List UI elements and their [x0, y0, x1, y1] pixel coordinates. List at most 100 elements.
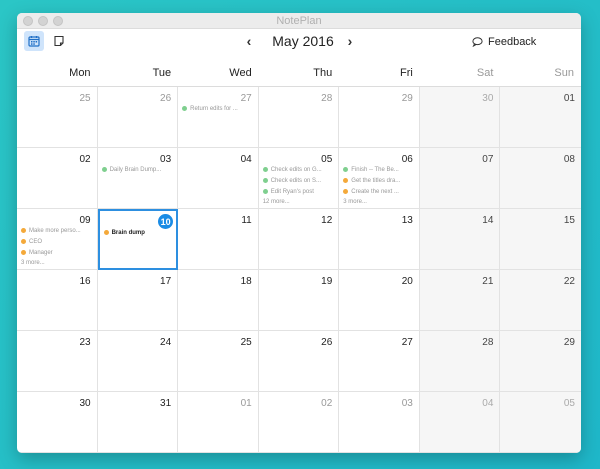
day-number: 24 — [160, 337, 172, 348]
day-number: 05 — [563, 398, 575, 409]
day-cell[interactable]: 05 — [500, 392, 581, 453]
day-cell[interactable]: 28 — [258, 87, 340, 148]
weekday-label: Wed — [229, 67, 252, 79]
day-cell[interactable]: 26 — [97, 87, 179, 148]
event-title: Return edits for ... — [190, 105, 238, 112]
event-item[interactable]: Finish -- The Be... — [343, 164, 415, 175]
notes-view-button[interactable] — [49, 31, 69, 51]
event-dot-icon — [262, 167, 268, 172]
day-cell[interactable]: 12 — [258, 209, 340, 270]
day-cell[interactable]: 13 — [339, 209, 420, 270]
day-number: 17 — [160, 276, 172, 287]
day-cell[interactable]: 30 — [419, 87, 501, 148]
window-title: NotePlan — [276, 15, 322, 27]
feedback-button[interactable]: Feedback — [472, 34, 536, 50]
more-events-link[interactable]: 12 more... — [263, 197, 335, 208]
day-cell[interactable]: 25 — [178, 331, 259, 392]
day-cell[interactable]: 03 — [339, 392, 420, 453]
day-cell[interactable]: 31 — [97, 392, 179, 453]
month-title: May 2016 — [272, 33, 334, 49]
day-cell[interactable]: 02 — [258, 392, 340, 453]
event-title: Edit Ryan's post — [270, 188, 314, 195]
day-cell[interactable]: 24 — [97, 331, 179, 392]
event-list: Make more perso... CEO Manager 3 more... — [21, 225, 93, 269]
event-title: Finish -- The Be... — [351, 166, 399, 173]
day-cell[interactable]: 14 — [419, 209, 501, 270]
day-number: 30 — [482, 93, 494, 104]
day-cell[interactable]: 08 — [500, 148, 581, 209]
event-item[interactable]: Check edits on S... — [262, 175, 335, 186]
previous-month-button[interactable]: ‹ — [242, 33, 256, 49]
event-item[interactable]: CEO — [21, 236, 93, 247]
day-cell[interactable]: 29 — [339, 87, 420, 148]
day-cell[interactable]: 05 Check edits on G... Check edits on S...… — [258, 148, 340, 209]
event-list: Return edits for ... — [182, 103, 254, 114]
day-cell[interactable]: 30 — [17, 392, 98, 453]
event-item[interactable]: Check edits on G... — [262, 164, 335, 175]
day-cell[interactable]: 18 — [178, 270, 259, 331]
weekday-label: Sat — [476, 67, 494, 79]
event-item[interactable]: Daily Brain Dump... — [101, 164, 174, 175]
weekday-label: Thu — [313, 67, 333, 79]
event-dot-icon — [21, 228, 26, 233]
day-number: 20 — [401, 276, 413, 287]
day-number: 14 — [482, 215, 494, 226]
day-cell[interactable]: 06 Finish -- The Be... Get the titles dra.… — [339, 148, 420, 209]
day-cell[interactable]: 07 — [419, 148, 501, 209]
day-cell[interactable]: 22 — [500, 270, 581, 331]
calendar-icon — [28, 36, 40, 47]
day-cell[interactable]: 27 — [339, 331, 420, 392]
note-icon — [54, 35, 64, 47]
day-cell[interactable]: 01 — [500, 87, 581, 148]
event-item[interactable]: Return edits for ... — [182, 103, 254, 114]
calendar-view-button[interactable] — [24, 31, 44, 51]
day-cell[interactable]: 28 — [419, 331, 501, 392]
event-title: Daily Brain Dump... — [109, 166, 162, 173]
day-number: 01 — [563, 93, 575, 104]
day-number: 25 — [240, 337, 252, 348]
more-events-link[interactable]: 3 more... — [21, 258, 93, 269]
day-cell[interactable]: 29 — [500, 331, 581, 392]
day-cell[interactable]: 20 — [339, 270, 420, 331]
day-cell[interactable]: 23 — [17, 331, 98, 392]
event-item[interactable]: Create the next ... — [343, 186, 415, 197]
day-cell[interactable]: 21 — [419, 270, 501, 331]
day-cell[interactable]: 27 Return edits for ... — [178, 87, 259, 148]
more-events-link[interactable]: 3 more... — [343, 197, 415, 208]
event-item[interactable]: Make more perso... — [21, 225, 93, 236]
day-number: 12 — [321, 215, 333, 226]
event-list: Check edits on G... Check edits on S... Ed… — [262, 164, 335, 208]
event-list: Daily Brain Dump... — [101, 164, 174, 175]
title-bar: NotePlan — [17, 13, 581, 29]
day-cell[interactable]: 01 — [178, 392, 259, 453]
event-dot-icon — [21, 250, 26, 255]
day-number: 15 — [563, 215, 575, 226]
day-cell[interactable]: 16 — [17, 270, 98, 331]
day-cell[interactable]: 03 Daily Brain Dump... — [97, 148, 179, 209]
event-dot-icon — [343, 178, 349, 183]
day-cell[interactable]: 15 — [500, 209, 581, 270]
day-number: 07 — [482, 154, 494, 165]
day-cell[interactable]: 11 — [178, 209, 259, 270]
day-cell[interactable]: 09 Make more perso... CEO Manager 3 more... — [17, 209, 98, 270]
day-number: 11 — [241, 215, 252, 226]
event-item[interactable]: Edit Ryan's post — [262, 186, 335, 197]
day-cell[interactable]: 02 — [17, 148, 98, 209]
day-number: 31 — [160, 398, 172, 409]
speech-bubble-icon — [472, 37, 483, 47]
day-number: 30 — [79, 398, 91, 409]
event-item[interactable]: Brain dump — [103, 227, 173, 238]
feedback-label: Feedback — [488, 36, 537, 48]
day-cell-today[interactable]: 10 Brain dump — [97, 209, 179, 270]
next-month-button[interactable]: › — [343, 33, 357, 49]
day-cell[interactable]: 19 — [258, 270, 340, 331]
day-number: 01 — [240, 398, 252, 409]
day-cell[interactable]: 17 — [97, 270, 179, 331]
day-cell[interactable]: 25 — [17, 87, 98, 148]
day-cell[interactable]: 04 — [419, 392, 501, 453]
event-item[interactable]: Manager — [21, 247, 93, 258]
day-cell[interactable]: 04 — [178, 148, 259, 209]
event-item[interactable]: Get the titles dra... — [343, 175, 415, 186]
day-cell[interactable]: 26 — [258, 331, 340, 392]
event-dot-icon — [262, 189, 268, 194]
